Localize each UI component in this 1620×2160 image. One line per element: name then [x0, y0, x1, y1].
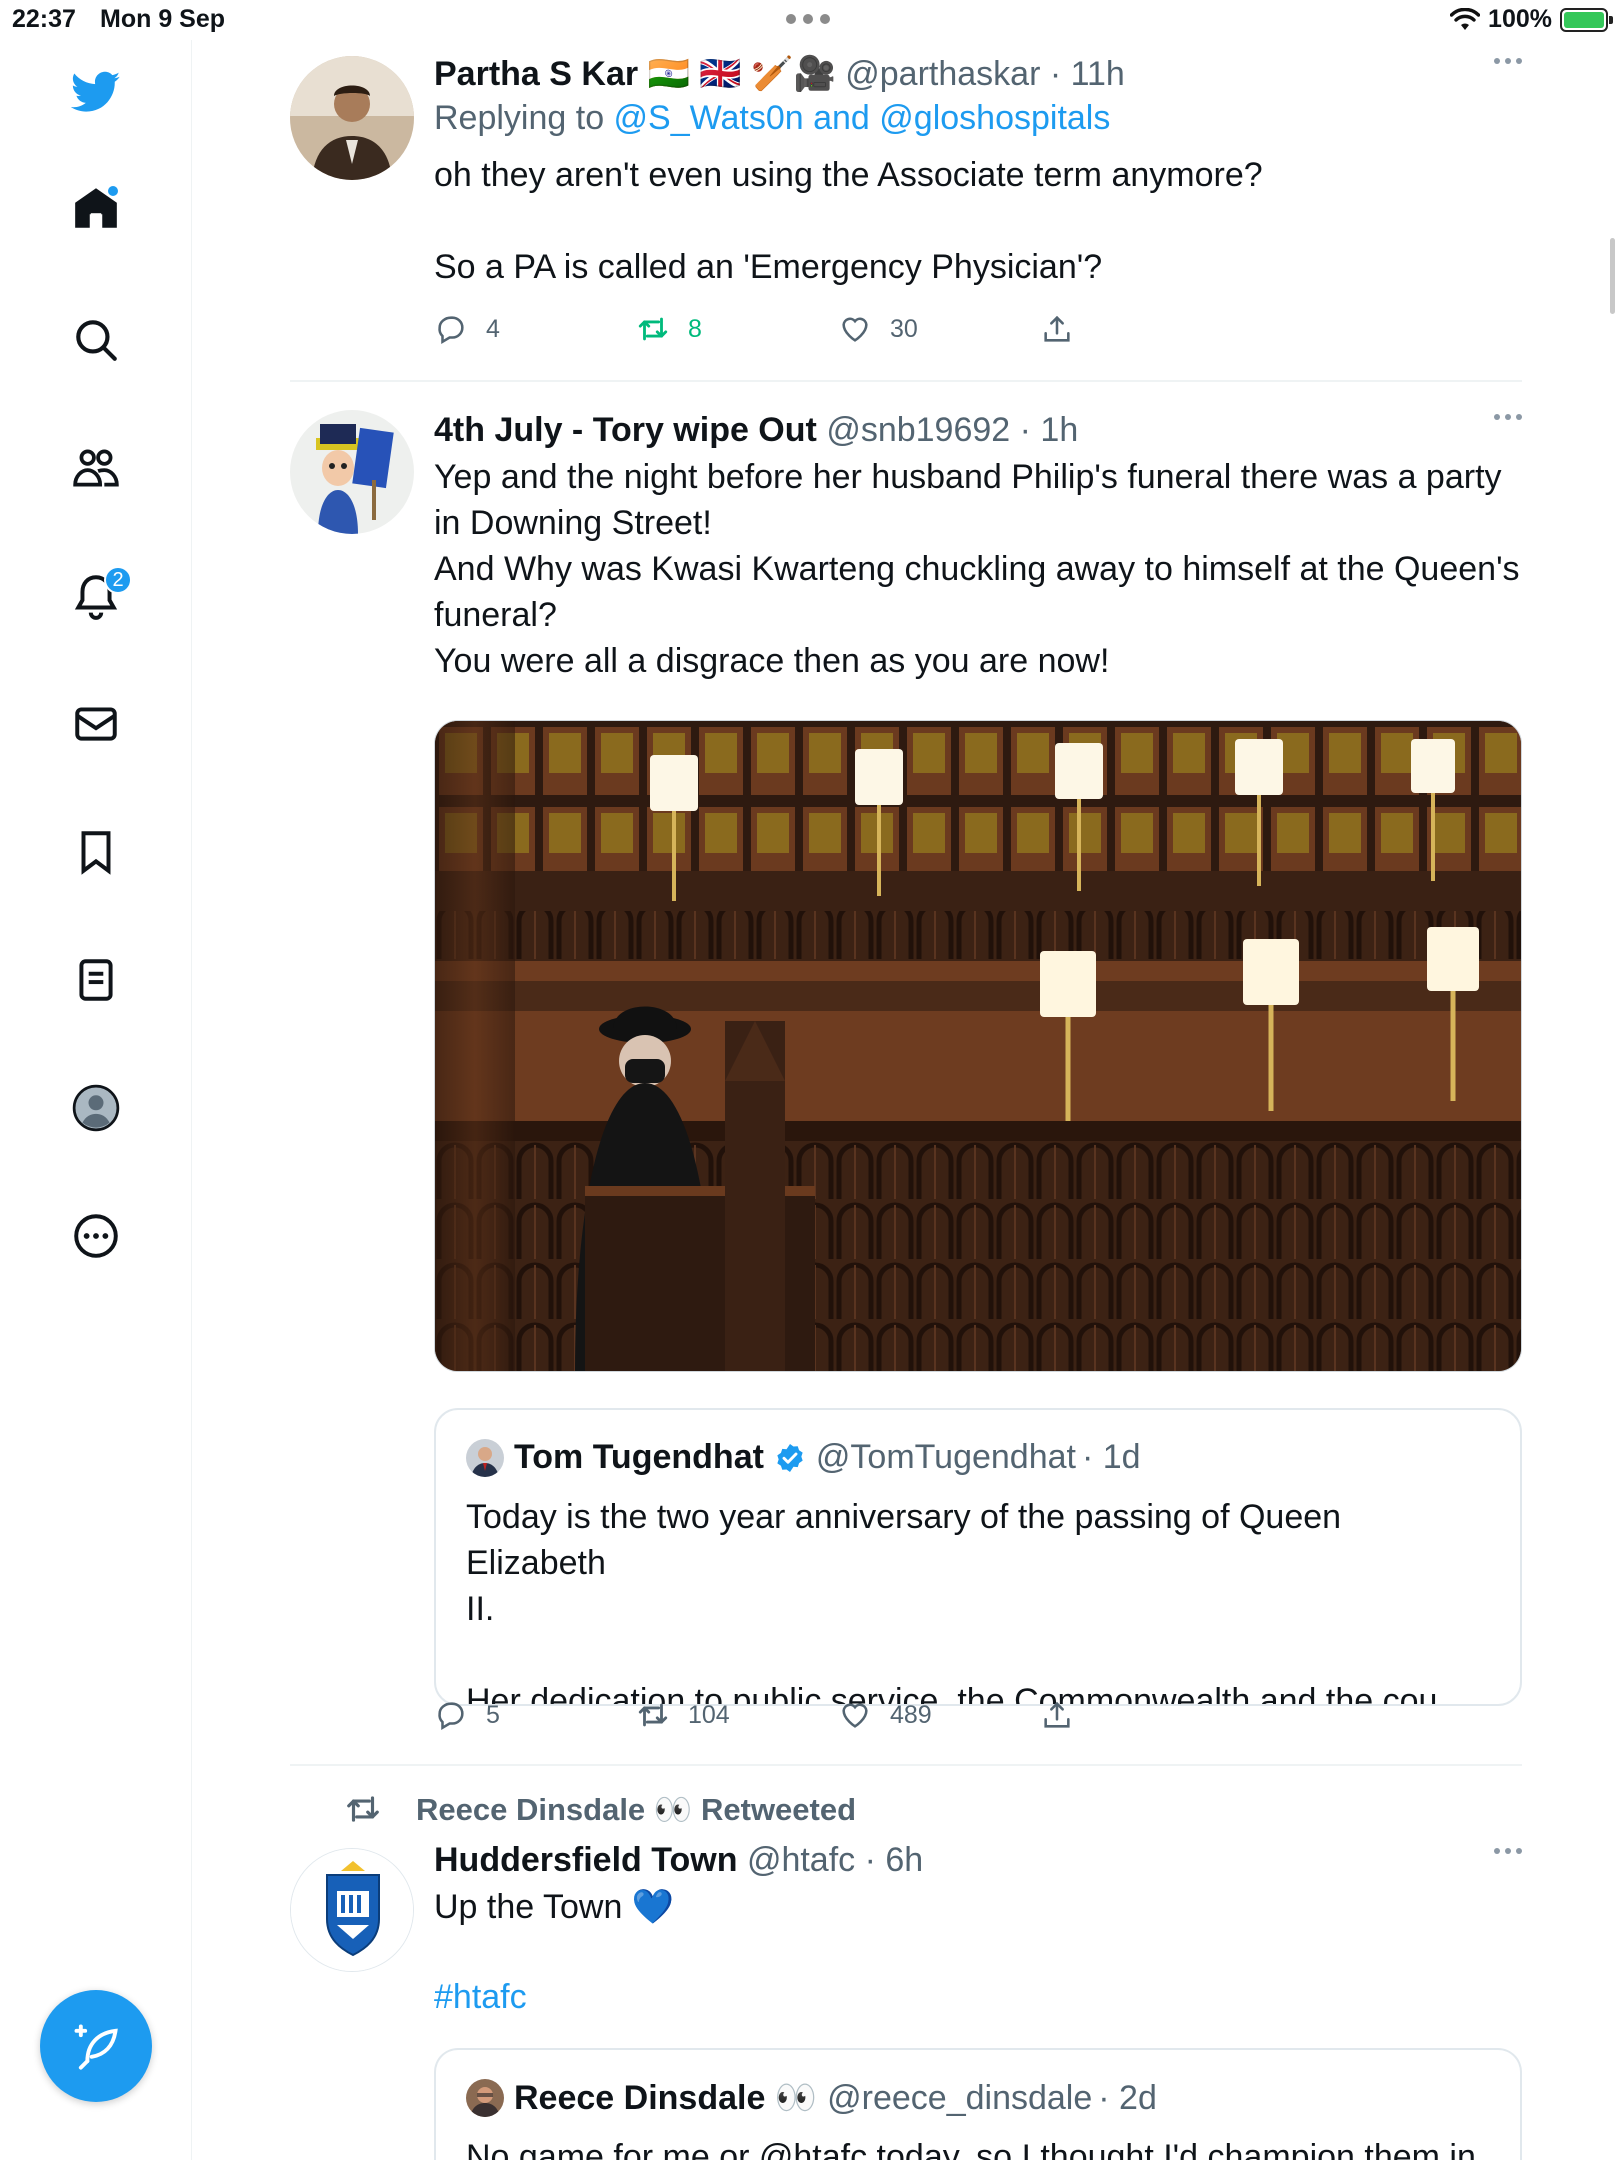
profile-icon[interactable]	[66, 1078, 126, 1138]
tweet-time[interactable]: · 1h	[1020, 411, 1079, 449]
avatar[interactable]	[290, 1848, 414, 1972]
home-new-dot	[106, 184, 120, 198]
retweet-count: 8	[688, 314, 702, 343]
heart-icon	[842, 317, 868, 342]
tweet-time[interactable]: · 11h	[1050, 55, 1125, 93]
retweet-icon	[347, 1796, 379, 1822]
tweet[interactable]: Partha S Kar 🇮🇳 🇬🇧 🏏🎥 @parthaskar · 11h …	[290, 52, 1522, 382]
tweet-text: Up the Town 💙	[434, 1888, 675, 1926]
battery-percent: 100%	[1488, 5, 1552, 33]
like-button[interactable]: 489	[838, 1698, 932, 1732]
like-count: 30	[890, 314, 918, 343]
reply-count: 4	[486, 314, 500, 343]
share-button[interactable]	[1040, 1698, 1074, 1732]
reply-button[interactable]: 5	[434, 1698, 500, 1732]
tweet-divider	[290, 380, 1522, 382]
replying-prefix: Replying to	[434, 99, 614, 137]
quoted-author-handle[interactable]: @TomTugendhat	[816, 1438, 1076, 1477]
quoted-author-handle[interactable]: @reece_dinsdale	[827, 2079, 1092, 2118]
retweet-icon	[638, 317, 668, 341]
status-right: 100%	[1450, 5, 1613, 34]
quoted-avatar[interactable]	[466, 2079, 504, 2117]
wifi-icon	[1450, 7, 1481, 30]
like-count: 489	[890, 1700, 932, 1729]
twitter-logo-icon[interactable]	[66, 62, 126, 122]
tweet-header: 4th July - Tory wipe Out @snb19692 · 1h	[434, 408, 1522, 452]
author-handle[interactable]: @htafc	[747, 1841, 855, 1879]
verified-badge-icon	[777, 1443, 803, 1472]
quoted-tweet-time: · 2d	[1098, 2078, 1157, 2117]
battery-icon	[1560, 7, 1613, 32]
more-options-icon[interactable]	[1494, 414, 1522, 420]
scroll-indicator[interactable]	[1610, 238, 1615, 314]
tweet-image[interactable]	[434, 720, 1522, 1372]
tweet-header: Huddersfield Town @htafc · 6h	[434, 1838, 1522, 1882]
bookmark-icon[interactable]	[66, 822, 126, 882]
retweet-button[interactable]: 8	[636, 312, 702, 346]
list-icon[interactable]	[66, 950, 126, 1010]
author-emoji: 🇮🇳 🇬🇧 🏏🎥	[647, 55, 836, 93]
author-name[interactable]: Partha S Kar	[434, 55, 638, 93]
share-icon	[1044, 1701, 1070, 1728]
quoted-tweet-text: No game for me or @htafc today, so I tho…	[466, 2138, 1476, 2160]
quoted-tweet[interactable]: Reece Dinsdale 👀 @reece_dinsdale · 2d No…	[434, 2048, 1522, 2160]
bell-icon[interactable]: 2	[66, 566, 132, 626]
notifications-badge: 2	[104, 566, 132, 594]
retweet-count: 104	[688, 1700, 730, 1729]
mail-icon[interactable]	[66, 694, 126, 754]
reply-button[interactable]: 4	[434, 312, 500, 346]
tweet[interactable]: Reece Dinsdale 👀 Retweeted Huddersfield …	[290, 1790, 1522, 2160]
quoted-tweet-header: Tom Tugendhat @TomTugendhat · 1d	[466, 1438, 1141, 1477]
communities-icon[interactable]	[66, 438, 126, 498]
retweeted-by[interactable]: Reece Dinsdale 👀 Retweeted	[344, 1790, 856, 1828]
tweet-actions: 5 104 489	[434, 1698, 1074, 1742]
author-name[interactable]: Huddersfield Town	[434, 1841, 737, 1879]
tweet-time[interactable]: · 6h	[865, 1841, 924, 1879]
compose-tweet-button[interactable]	[40, 1990, 152, 2102]
replying-to-link[interactable]: @S_Wats0n and @gloshospitals	[614, 99, 1111, 137]
status-time: 22:37	[12, 5, 76, 33]
retweet-icon	[638, 1703, 668, 1727]
author-handle[interactable]: @snb19692	[826, 411, 1010, 449]
avatar[interactable]	[290, 410, 414, 534]
tweet-actions: 4 8 30	[434, 312, 1074, 356]
replying-to: Replying to @S_Wats0n and @gloshospitals	[434, 96, 1522, 140]
sidebar: 2	[0, 40, 192, 2160]
author-name[interactable]: 4th July - Tory wipe Out	[434, 411, 817, 449]
status-bar: 22:37 Mon 9 Sep 100%	[0, 0, 1620, 40]
share-button[interactable]	[1040, 312, 1074, 346]
heart-icon	[842, 1703, 868, 1728]
avatar[interactable]	[290, 56, 414, 180]
reply-count: 5	[486, 1700, 500, 1729]
quoted-avatar[interactable]	[466, 1438, 504, 1477]
tweet-header: Partha S Kar 🇮🇳 🇬🇧 🏏🎥 @parthaskar · 11h	[434, 52, 1522, 96]
more-circle-icon[interactable]	[66, 1206, 126, 1266]
compose-feather-icon	[74, 2024, 118, 2070]
like-button[interactable]: 30	[838, 312, 918, 346]
status-date: Mon 9 Sep	[100, 5, 226, 33]
author-handle[interactable]: @parthaskar	[845, 55, 1040, 93]
quoted-tweet[interactable]: Tom Tugendhat @TomTugendhat · 1d Today i…	[434, 1408, 1522, 1706]
quoted-author-name[interactable]: Reece Dinsdale 👀	[514, 2078, 817, 2118]
reply-icon	[438, 1702, 464, 1731]
share-icon	[1044, 315, 1070, 342]
quoted-author-name[interactable]: Tom Tugendhat	[514, 1438, 764, 1477]
quoted-tweet-text: Today is the two year anniversary of the…	[466, 1498, 1472, 1706]
reply-icon	[438, 316, 464, 345]
more-options-icon[interactable]	[1494, 58, 1522, 64]
more-options-icon[interactable]	[1494, 1848, 1522, 1854]
quoted-tweet-time: · 1d	[1082, 1438, 1141, 1476]
tweet-divider	[290, 1764, 1522, 1766]
search-icon[interactable]	[66, 310, 126, 370]
multitasking-dots[interactable]	[786, 14, 830, 24]
tweet-text: Yep and the night before her husband Phi…	[434, 458, 1520, 680]
home-icon[interactable]	[66, 178, 126, 238]
tweet-text: oh they aren't even using the Associate …	[434, 156, 1263, 286]
quoted-tweet-header: Reece Dinsdale 👀 @reece_dinsdale · 2d	[466, 2078, 1157, 2118]
tweet[interactable]: 4th July - Tory wipe Out @snb19692 · 1h …	[290, 408, 1522, 1758]
retweeted-by-label: Reece Dinsdale 👀 Retweeted	[416, 1791, 857, 1827]
retweet-button[interactable]: 104	[636, 1698, 730, 1732]
hashtag-link[interactable]: #htafc	[434, 1974, 1522, 2020]
